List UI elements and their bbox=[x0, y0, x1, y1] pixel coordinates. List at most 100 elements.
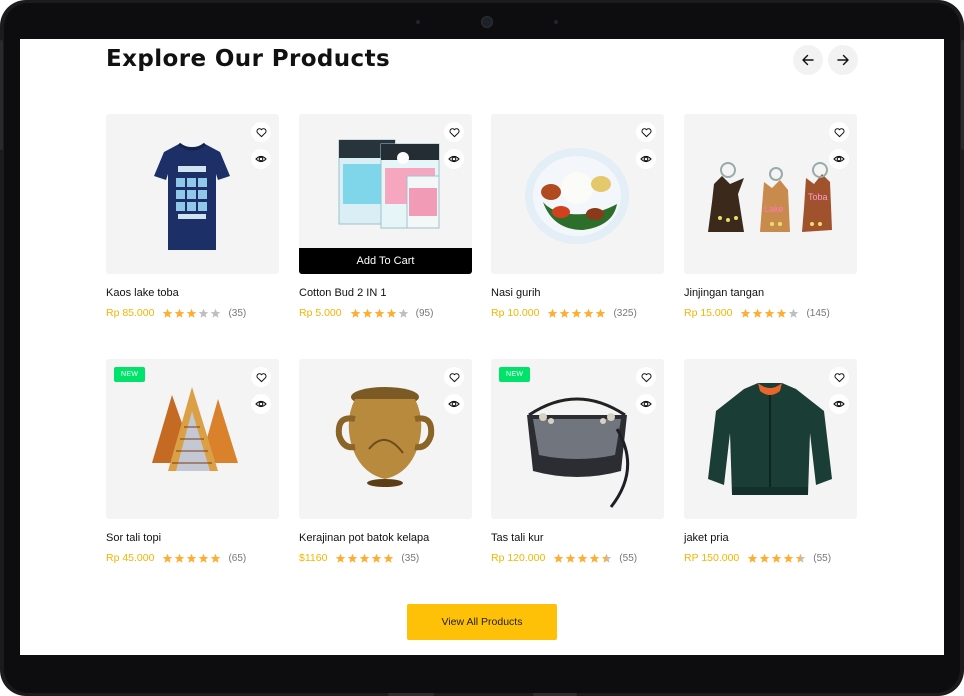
wishlist-button[interactable] bbox=[636, 367, 656, 387]
product-card[interactable]: Nasi gurih Rp 10.000 (325) bbox=[491, 114, 664, 320]
star-filled-icon bbox=[777, 308, 787, 318]
review-count: (65) bbox=[228, 552, 247, 564]
eye-icon bbox=[448, 400, 460, 408]
wishlist-button[interactable] bbox=[829, 367, 849, 387]
product-name[interactable]: Kerajinan pot batok kelapa bbox=[299, 532, 472, 544]
rating-stars bbox=[350, 308, 409, 319]
camera-icon bbox=[481, 16, 493, 28]
product-name[interactable]: Tas tali kur bbox=[491, 532, 664, 544]
product-price: $1160 bbox=[299, 552, 328, 564]
review-count: (95) bbox=[415, 307, 434, 319]
star-filled-icon bbox=[163, 308, 173, 318]
product-meta: Rp 15.000 (145) bbox=[684, 306, 857, 320]
product-name[interactable]: jaket pria bbox=[684, 532, 857, 544]
product-card[interactable]: jaket pria RP 150.000 (55) bbox=[684, 359, 857, 565]
heart-icon bbox=[449, 127, 459, 137]
star-filled-icon bbox=[386, 308, 396, 318]
star-filled-icon bbox=[548, 308, 558, 318]
view-all-products-button[interactable]: View All Products bbox=[407, 604, 557, 640]
rating-stars bbox=[162, 308, 221, 319]
product-meta: Rp 5.000 (95) bbox=[299, 306, 472, 320]
star-filled-icon bbox=[590, 553, 600, 563]
rating-stars bbox=[547, 308, 606, 319]
product-card[interactable]: Add To Cart Cotton Bud 2 IN 1 Rp 5.000 (… bbox=[299, 114, 472, 320]
review-count: (325) bbox=[613, 307, 637, 319]
previous-button[interactable] bbox=[793, 45, 823, 75]
next-button[interactable] bbox=[828, 45, 858, 75]
heart-icon bbox=[641, 372, 651, 382]
add-to-cart-button[interactable]: Add To Cart bbox=[299, 248, 472, 274]
product-image[interactable]: Add To Cart bbox=[299, 114, 472, 274]
product-name[interactable]: Nasi gurih bbox=[491, 287, 664, 299]
star-filled-icon bbox=[163, 553, 173, 563]
new-badge: NEW bbox=[114, 367, 146, 382]
product-meta: Rp 10.000 (325) bbox=[491, 306, 664, 320]
wishlist-button[interactable] bbox=[444, 122, 464, 142]
product-name[interactable]: Sor tali topi bbox=[106, 532, 279, 544]
star-filled-icon bbox=[596, 308, 606, 318]
product-price: Rp 85.000 bbox=[106, 307, 155, 319]
wishlist-button[interactable] bbox=[251, 367, 271, 387]
heart-icon bbox=[256, 372, 266, 382]
star-half-icon bbox=[796, 553, 806, 563]
quick-view-button[interactable] bbox=[829, 394, 849, 414]
quick-view-button[interactable] bbox=[636, 149, 656, 169]
product-name[interactable]: Kaos lake toba bbox=[106, 287, 279, 299]
star-filled-icon bbox=[362, 308, 372, 318]
wishlist-button[interactable] bbox=[636, 122, 656, 142]
arrow-left-icon bbox=[802, 54, 814, 66]
quick-view-button[interactable] bbox=[251, 149, 271, 169]
review-count: (55) bbox=[619, 552, 638, 564]
eye-icon bbox=[833, 400, 845, 408]
review-count: (35) bbox=[401, 552, 420, 564]
star-filled-icon bbox=[350, 308, 360, 318]
rating-stars bbox=[335, 553, 394, 564]
product-card[interactable]: Kaos lake toba Rp 85.000 (35) bbox=[106, 114, 279, 320]
product-image[interactable] bbox=[491, 114, 664, 274]
product-card[interactable]: Lake Toba Jinjingan tangan Rp 15.000 (14… bbox=[684, 114, 857, 320]
product-image[interactable] bbox=[299, 359, 472, 519]
quick-view-button[interactable] bbox=[444, 149, 464, 169]
eye-icon bbox=[640, 400, 652, 408]
eye-icon bbox=[833, 155, 845, 163]
star-filled-icon bbox=[336, 553, 346, 563]
star-filled-icon bbox=[187, 553, 197, 563]
star-filled-icon bbox=[566, 553, 576, 563]
quick-view-button[interactable] bbox=[444, 394, 464, 414]
wishlist-button[interactable] bbox=[444, 367, 464, 387]
product-card[interactable]: NEW Sor tali topi Rp 45.000 (65) bbox=[106, 359, 279, 565]
heart-icon bbox=[834, 372, 844, 382]
tablet-frame: Explore Our Products Kaos lake toba Rp 8… bbox=[0, 0, 964, 696]
product-name[interactable]: Jinjingan tangan bbox=[684, 287, 857, 299]
rating-stars bbox=[747, 553, 806, 564]
wishlist-button[interactable] bbox=[829, 122, 849, 142]
screen: Explore Our Products Kaos lake toba Rp 8… bbox=[20, 39, 944, 655]
quick-view-button[interactable] bbox=[636, 394, 656, 414]
product-card[interactable]: NEW Tas tali kur Rp 120.000 (55) bbox=[491, 359, 664, 565]
product-image[interactable]: Lake Toba bbox=[684, 114, 857, 274]
heart-icon bbox=[449, 372, 459, 382]
product-image[interactable]: NEW bbox=[106, 359, 279, 519]
product-price: Rp 15.000 bbox=[684, 307, 733, 319]
star-empty-icon bbox=[789, 308, 799, 318]
product-price: RP 150.000 bbox=[684, 552, 740, 564]
product-meta: Rp 120.000 (55) bbox=[491, 551, 664, 565]
quick-view-button[interactable] bbox=[251, 394, 271, 414]
review-count: (35) bbox=[228, 307, 247, 319]
svg-text:Lake: Lake bbox=[764, 204, 784, 214]
wishlist-button[interactable] bbox=[251, 122, 271, 142]
star-filled-icon bbox=[374, 308, 384, 318]
product-card[interactable]: Kerajinan pot batok kelapa $1160 (35) bbox=[299, 359, 472, 565]
eye-icon bbox=[255, 155, 267, 163]
quick-view-button[interactable] bbox=[829, 149, 849, 169]
product-meta: Rp 45.000 (65) bbox=[106, 551, 279, 565]
product-name[interactable]: Cotton Bud 2 IN 1 bbox=[299, 287, 472, 299]
rating-stars bbox=[740, 308, 799, 319]
product-image[interactable] bbox=[106, 114, 279, 274]
product-image[interactable] bbox=[684, 359, 857, 519]
star-filled-icon bbox=[578, 553, 588, 563]
star-filled-icon bbox=[760, 553, 770, 563]
product-price: Rp 120.000 bbox=[491, 552, 546, 564]
eye-icon bbox=[640, 155, 652, 163]
product-image[interactable]: NEW bbox=[491, 359, 664, 519]
